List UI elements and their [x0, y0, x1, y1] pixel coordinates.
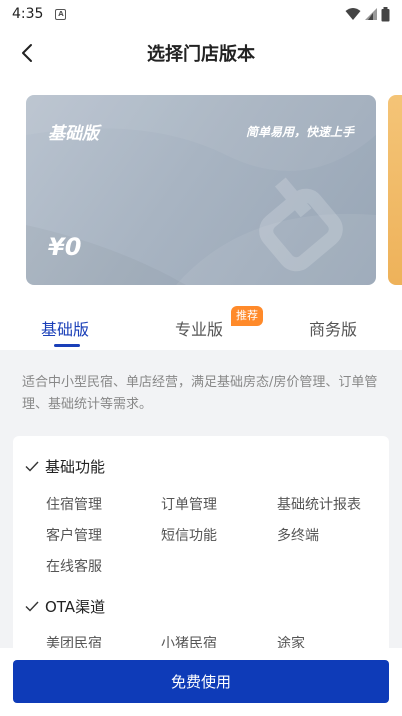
nav-header: 选择门店版本: [0, 28, 402, 78]
signal-icon: [365, 8, 377, 20]
feature-item: 在线客服: [46, 559, 102, 575]
check-icon: [25, 461, 39, 472]
wifi-icon: [345, 8, 361, 20]
notification-icon: A: [55, 8, 67, 20]
card-plan-name: 基础版: [48, 124, 99, 144]
feature-item: 客户管理: [46, 528, 102, 544]
tab-professional-label: 专业版: [175, 320, 224, 339]
card-slogan: 简单易用，快速上手: [245, 125, 354, 139]
tab-business[interactable]: 商务版: [309, 300, 357, 350]
tab-business-label: 商务版: [309, 320, 358, 339]
free-use-button[interactable]: 免费使用: [13, 660, 389, 703]
check-icon: [25, 601, 39, 612]
chevron-left-icon: [22, 44, 32, 62]
plan-description: 适合中小型民宿、单店经营，满足基础房态/房价管理、订单管理、基础统计等需求。: [22, 375, 378, 412]
plan-card-basic[interactable]: 基础版 简单易用，快速上手 ¥0: [26, 95, 376, 285]
section-title: OTA渠道: [45, 598, 106, 616]
plan-tabs: 基础版 专业版 推荐 商务版: [0, 300, 402, 350]
feature-item: 订单管理: [161, 497, 217, 513]
page-title: 选择门店版本: [147, 44, 255, 65]
section-basic-features: 基础功能: [25, 456, 105, 477]
bottom-action-bar: 免费使用: [0, 648, 402, 716]
tab-professional[interactable]: 专业版: [175, 300, 223, 350]
plan-card-carousel[interactable]: 基础版 简单易用，快速上手 ¥0: [0, 95, 402, 285]
tab-basic[interactable]: 基础版: [41, 300, 89, 350]
status-icons: [345, 6, 390, 22]
card-price: ¥0: [48, 233, 82, 261]
feature-item: 短信功能: [161, 528, 217, 544]
section-ota-channels: OTA渠道: [25, 596, 105, 617]
section-title: 基础功能: [45, 458, 106, 476]
back-button[interactable]: [12, 38, 42, 68]
feature-item: 基础统计报表: [277, 497, 361, 513]
tab-active-indicator: [54, 344, 80, 347]
feature-item: 住宿管理: [46, 497, 102, 513]
plan-card-next-peek[interactable]: [388, 95, 402, 285]
tab-basic-label: 基础版: [41, 320, 90, 339]
status-time: 4:35: [12, 6, 44, 22]
battery-icon: [381, 6, 390, 21]
feature-item: 多终端: [277, 528, 319, 544]
recommend-badge: 推荐: [231, 306, 263, 326]
status-bar: 4:35 A: [0, 0, 402, 28]
